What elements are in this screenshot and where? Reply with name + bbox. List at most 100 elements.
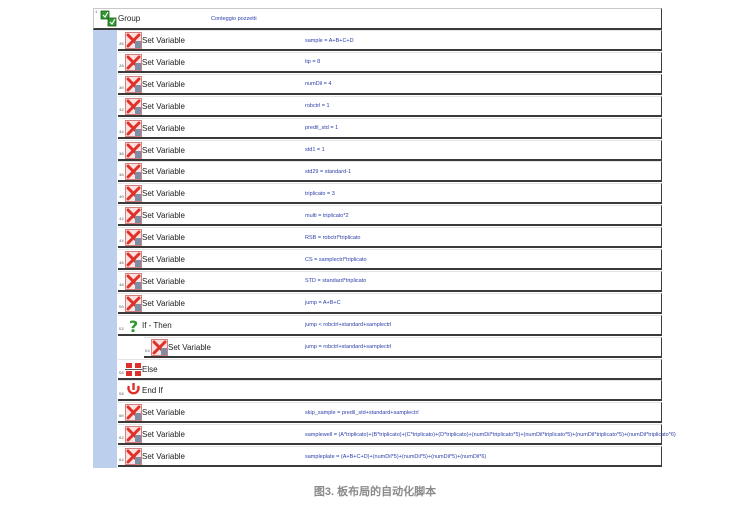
step-label: If - Then <box>142 320 172 330</box>
set-variable-icon <box>125 163 142 181</box>
step-expression: STD = standard*triplicato <box>305 278 367 285</box>
set-variable-icon <box>125 119 142 137</box>
step-number: 48 <box>119 283 124 288</box>
step-expression: std29 = standard-1 <box>305 168 352 175</box>
step-number: 56 <box>119 371 124 376</box>
step-number: 26 <box>119 43 124 47</box>
script-step-row[interactable]: 60 Set Variable skip_sample = predil_std+s… <box>118 402 662 424</box>
step-label: Set Variable <box>142 276 185 286</box>
script-step-row[interactable]: 28 Set Variable tip = 8 <box>118 51 662 73</box>
script-step-row[interactable]: 62 Set Variable samplewell = (A*triplicato… <box>118 424 676 446</box>
step-expression: jump = robctrl+standard+samplectrl <box>305 344 392 351</box>
script-step-row[interactable]: 42 Set Variable multi = triplicato*2 <box>118 205 662 227</box>
set-variable-icon <box>125 426 142 443</box>
step-number: 32 <box>119 108 124 113</box>
step-expression: predil_std = 1 <box>305 125 339 132</box>
step-number: 54 <box>145 349 150 354</box>
set-variable-icon <box>125 294 142 312</box>
script-step-row[interactable]: 40 Set Variable triplicato = 3 <box>118 183 662 205</box>
group-indent-bar <box>93 30 117 468</box>
script-step-row[interactable]: 44 Set Variable RSB = robctrl*triplicato <box>118 227 662 249</box>
step-expression: samplewell = (A*triplicato)+(B*triplicat… <box>305 431 676 438</box>
script-step-row[interactable]: 30 Set Variable numDil = 4 <box>118 73 662 95</box>
script-step-row[interactable]: 54 Set Variable jump = robctrl+standard+sa… <box>144 336 662 358</box>
step-label: Set Variable <box>142 167 185 177</box>
set-variable-icon <box>125 404 142 422</box>
set-variable-icon <box>125 273 142 290</box>
script-step-row[interactable]: 34 Set Variable predil_std = 1 <box>118 117 662 139</box>
set-variable-icon <box>125 97 142 115</box>
script-step-row[interactable]: 32 Set Variable robctrl = 1 <box>118 95 662 117</box>
step-expression: jump < robctrl+standard+samplectrl <box>305 322 392 329</box>
step-expression: multi = triplicato*2 <box>305 212 349 219</box>
step-label: Set Variable <box>142 123 185 133</box>
step-label: Set Variable <box>142 233 185 243</box>
set-variable-icon <box>125 141 142 159</box>
group-icon <box>100 10 117 27</box>
step-number: 40 <box>119 196 124 201</box>
step-number: 42 <box>119 218 124 223</box>
if-then-icon: ? <box>125 317 142 334</box>
step-label: End If <box>142 386 163 396</box>
step-number: 58 <box>119 393 124 398</box>
group-description: Conteggio pozzetti <box>211 15 257 22</box>
step-expression: numDil = 4 <box>305 81 332 88</box>
group-label: Group <box>118 14 141 23</box>
script-step-row[interactable]: 52? If - Then jump < robctrl+standard+samp… <box>118 314 662 336</box>
set-variable-icon <box>125 229 142 246</box>
step-label: Set Variable <box>168 342 211 352</box>
set-variable-icon <box>125 75 142 93</box>
step-label: Set Variable <box>142 298 185 308</box>
set-variable-icon <box>125 448 142 465</box>
figure-caption: 图3. 板布局的自动化脚本 <box>313 486 437 498</box>
step-number: 1 <box>95 11 98 15</box>
step-number: 60 <box>119 415 124 420</box>
step-expression: sampleplate = (A+B+C+D)+(numDil*5)+(numD… <box>305 453 487 460</box>
script-editor: 1 Group Conteggio pozzetti 26 Set Variabl… <box>93 8 676 468</box>
script-step-row[interactable]: 26 Set Variable sample = A+B+C+D <box>118 30 662 51</box>
step-label: Set Variable <box>142 211 185 221</box>
set-variable-icon <box>125 32 142 49</box>
set-variable-icon <box>125 54 142 71</box>
step-label: Set Variable <box>142 430 185 440</box>
script-step-row[interactable]: 50 Set Variable jump = A+B+C <box>118 292 662 314</box>
step-expression: robctrl = 1 <box>305 103 330 110</box>
step-label: Set Variable <box>142 36 185 45</box>
script-step-row[interactable]: 46 Set Variable CS = samplectrl*triplicato <box>118 249 662 270</box>
script-step-row[interactable]: 58 End If <box>118 380 662 402</box>
step-expression: jump = A+B+C <box>305 300 341 307</box>
step-label: Set Variable <box>142 57 185 67</box>
step-expression: skip_sample = predil_std+standard+sample… <box>305 409 419 416</box>
step-number: 50 <box>119 305 124 310</box>
step-expression: std1 = 1 <box>305 147 325 153</box>
step-number: 64 <box>119 459 124 464</box>
step-expression: CS = samplectrl*triplicato <box>305 256 367 263</box>
end-if-icon <box>125 382 142 399</box>
step-label: Set Variable <box>142 255 185 264</box>
script-step-row[interactable]: 64 Set Variable sampleplate = (A+B+C+D)+(n… <box>118 446 662 468</box>
step-number: 30 <box>119 86 124 91</box>
svg-text:?: ? <box>129 317 138 334</box>
step-label: Set Variable <box>142 189 185 199</box>
script-step-row[interactable]: 56 Else <box>118 358 662 380</box>
step-number: 36 <box>119 152 124 157</box>
group-row[interactable]: 1 Group Conteggio pozzetti <box>93 8 662 30</box>
step-label: Set Variable <box>142 408 185 418</box>
step-label: Set Variable <box>142 452 185 462</box>
set-variable-icon <box>125 185 142 203</box>
step-number: 46 <box>119 262 124 266</box>
step-label: Set Variable <box>142 79 185 89</box>
step-number: 28 <box>119 64 124 69</box>
step-number: 52 <box>119 327 124 332</box>
step-number: 44 <box>119 240 124 245</box>
step-label: Set Variable <box>142 101 185 111</box>
script-step-row[interactable]: 36 Set Variable std1 = 1 <box>118 139 662 161</box>
set-variable-icon <box>125 207 142 224</box>
step-label: Else <box>142 364 158 374</box>
script-step-row[interactable]: 48 Set Variable STD = standard*triplicato <box>118 270 662 292</box>
step-expression: RSB = robctrl*triplicato <box>305 234 361 241</box>
set-variable-icon <box>125 251 142 268</box>
set-variable-icon <box>151 338 168 356</box>
script-step-row[interactable]: 38 Set Variable std29 = standard-1 <box>118 161 662 183</box>
else-icon <box>125 361 142 378</box>
